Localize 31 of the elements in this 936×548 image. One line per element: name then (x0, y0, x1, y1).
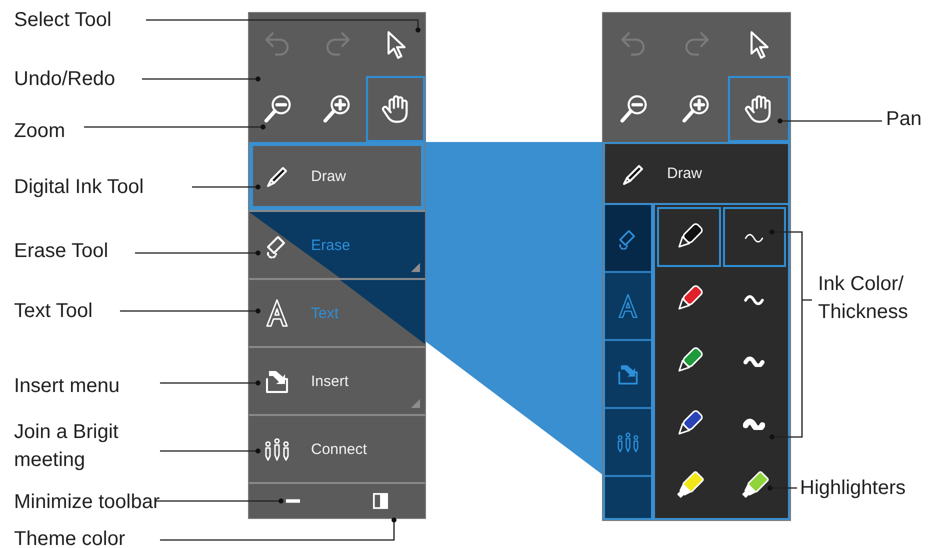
callout-label: Digital Ink Tool (14, 175, 144, 200)
callout-label: Text Tool (14, 299, 93, 324)
leader-line (192, 184, 260, 190)
callout-label: Insert menu (14, 374, 120, 399)
callout-label: Ink Color/ Thickness (818, 272, 910, 325)
half-square-icon (373, 493, 388, 509)
insert-menu-button[interactable]: Insert (249, 346, 425, 414)
erase-tool-button[interactable]: Erase (249, 210, 425, 278)
callout-label: Join a Brigit meeting (14, 420, 120, 473)
minus-icon (286, 499, 300, 503)
squiggle-icon (743, 355, 766, 368)
squiggle-icon (743, 231, 766, 244)
draw-tool-button[interactable]: Draw (249, 142, 425, 210)
erase-tool-button[interactable] (605, 205, 651, 273)
squiggle-icon (743, 418, 766, 430)
callout-label: Erase Tool (14, 239, 108, 264)
connect-button[interactable]: Connect (249, 414, 425, 482)
draw-tool-button[interactable]: Draw (603, 142, 790, 205)
callout-label: Pan (886, 107, 922, 132)
minimize-button[interactable] (286, 499, 300, 503)
callout-label: Highlighters (800, 476, 906, 501)
callout-label: Zoom (14, 119, 66, 144)
callout-label: Select Tool (14, 8, 112, 33)
theme-color-button[interactable] (373, 493, 388, 509)
callout-label: Theme color (14, 527, 126, 548)
pan-button[interactable] (728, 76, 790, 142)
squiggle-icon (743, 293, 766, 306)
pen-color-button[interactable] (657, 207, 720, 268)
callout-label: Minimize toolbar (14, 490, 160, 515)
pan-button[interactable] (366, 76, 425, 142)
callout-label: Undo/Redo (14, 67, 116, 92)
